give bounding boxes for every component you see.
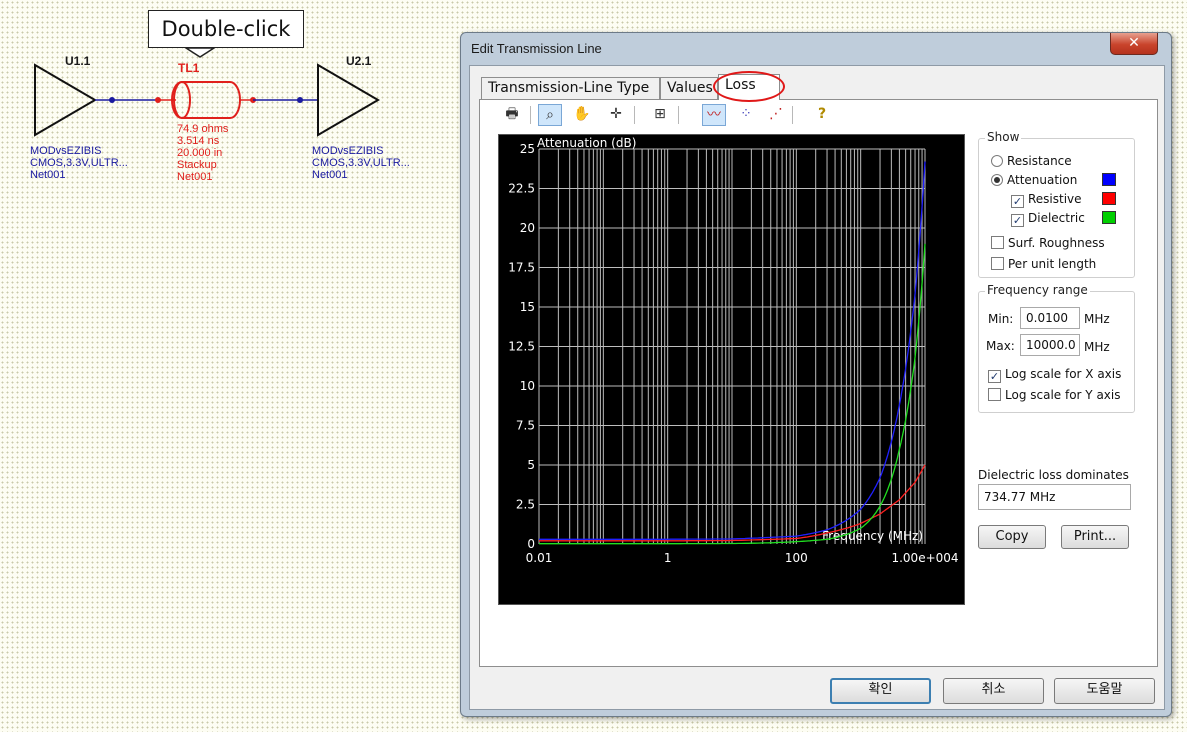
fit-view-icon[interactable]: ⊞ — [648, 104, 672, 126]
u2-label-3: Net001 — [312, 169, 348, 181]
resistive-label: Resistive — [1028, 192, 1082, 206]
toolbar-separator — [792, 106, 793, 124]
y-tick-label: 5 — [527, 458, 535, 472]
toolbar-separator — [530, 106, 531, 124]
min-label: Min: — [988, 312, 1014, 326]
y-tick-label: 22.5 — [508, 182, 535, 196]
tab-values[interactable]: Values — [660, 77, 718, 99]
tl1-delay: 3.514 ns — [177, 135, 220, 147]
cancel-button[interactable]: 취소 — [943, 678, 1044, 704]
loss-tab-highlight-circle — [713, 71, 785, 102]
resistance-radio[interactable]: Resistance — [991, 154, 1072, 168]
y-tick-label: 12.5 — [508, 340, 535, 354]
pan-hand-icon[interactable]: ✋ — [570, 104, 594, 126]
attenuation-radio[interactable]: Attenuation — [991, 173, 1077, 187]
max-label: Max: — [986, 339, 1015, 353]
x-tick-label: 0.01 — [526, 551, 553, 565]
dielectric-dominates-label: Dielectric loss dominates — [978, 468, 1129, 482]
tl1-net: Net001 — [177, 171, 213, 183]
tab-transmission-line-type[interactable]: Transmission-Line Type — [481, 77, 660, 99]
log-x-checkbox[interactable]: ✓ Log scale for X axis — [988, 367, 1121, 383]
transmission-line-tl1-symbol[interactable] — [158, 81, 253, 119]
printer-icon[interactable]: 🖶 — [500, 104, 524, 126]
attenuation-chart: 0 2.5 5 7.5 10 12.5 15 17.5 20 22.5 25 0.01 1 100 1.00… — [498, 134, 965, 605]
toolbar-separator — [634, 106, 635, 124]
dielectric-color-swatch[interactable] — [1102, 211, 1116, 224]
log-y-checkbox[interactable]: Log scale for Y axis — [988, 388, 1120, 402]
per-unit-length-label: Per unit length — [1008, 257, 1097, 271]
driver-u1-symbol[interactable] — [34, 63, 97, 137]
line-plot-icon[interactable]: 〰 — [702, 104, 726, 126]
resistive-checkbox[interactable]: ✓ Resistive — [1011, 192, 1082, 208]
u2-label-2: CMOS,3.3V,ULTR... — [312, 157, 410, 169]
x-tick-label: 1.00e+004 — [891, 551, 958, 565]
zoom-icon[interactable]: ⌕ — [538, 104, 562, 126]
log-x-label: Log scale for X axis — [1005, 367, 1122, 381]
y-axis-label: Attenuation (dB) — [537, 136, 636, 150]
u1-refdes: U1.1 — [65, 54, 91, 68]
dashed-plot-icon[interactable]: ⋰ — [764, 104, 788, 126]
dialog-client-area: Transmission-Line Type Values Loss 🖶 ⌕ ✋… — [469, 65, 1165, 710]
loss-tab-panel: 🖶 ⌕ ✋ ✛ ⊞ 〰 ⁘ ⋰ ? 0 2.5 5 7.5 10 12.5 15 17.5 20… — [479, 99, 1158, 667]
y-tick-label: 2.5 — [516, 498, 535, 512]
resistive-color-swatch[interactable] — [1102, 192, 1116, 205]
attenuation-label: Attenuation — [1007, 173, 1078, 187]
x-tick-label: 100 — [785, 551, 808, 565]
tl1-length: 20.000 in — [177, 147, 223, 159]
dielectric-label: Dielectric — [1028, 211, 1085, 225]
max-frequency-field[interactable]: 10000.0 — [1020, 334, 1080, 356]
y-tick-label: 10 — [520, 379, 535, 393]
edit-transmission-line-dialog: Edit Transmission Line ✕ Transmission-Li… — [460, 32, 1172, 717]
scatter-plot-icon[interactable]: ⁘ — [734, 104, 758, 126]
toolbar-separator — [678, 106, 679, 124]
log-y-label: Log scale for Y axis — [1005, 388, 1121, 402]
y-tick-label: 25 — [520, 142, 535, 156]
tl1-stackup: Stackup — [177, 159, 217, 171]
close-button[interactable]: ✕ — [1110, 33, 1158, 55]
u1-label-3: Net001 — [30, 169, 66, 181]
min-unit-label: MHz — [1084, 312, 1110, 326]
y-tick-label: 7.5 — [516, 419, 535, 433]
y-tick-label: 17.5 — [508, 261, 535, 275]
y-tick-label: 20 — [520, 221, 535, 235]
double-click-callout: Double-click — [148, 10, 304, 48]
u2-label-1: MODvsEZIBIS — [312, 145, 384, 157]
print-button[interactable]: Print... — [1061, 525, 1129, 549]
dielectric-dominates-value: 734.77 MHz — [978, 484, 1131, 510]
max-unit-label: MHz — [1084, 340, 1110, 354]
frequency-range-title: Frequency range — [985, 283, 1090, 297]
help-button[interactable]: 도움말 — [1054, 678, 1155, 704]
u1-label-2: CMOS,3.3V,ULTR... — [30, 157, 128, 169]
receiver-u2-symbol[interactable] — [317, 63, 380, 137]
attenuation-color-swatch[interactable] — [1102, 173, 1116, 186]
dialog-title: Edit Transmission Line — [471, 41, 602, 56]
surf-roughness-label: Surf. Roughness — [1008, 236, 1105, 250]
help-icon[interactable]: ? — [810, 104, 834, 126]
u1-label-1: MODvsEZIBIS — [30, 145, 102, 157]
resistance-label: Resistance — [1007, 154, 1072, 168]
show-group-title: Show — [985, 130, 1022, 144]
u2-refdes: U2.1 — [346, 54, 372, 68]
ok-button[interactable]: 확인 — [830, 678, 931, 704]
chart-svg: 0 2.5 5 7.5 10 12.5 15 17.5 20 22.5 25 0.01 1 100 1.00… — [508, 136, 958, 565]
copy-button[interactable]: Copy — [978, 525, 1046, 549]
tl1-impedance: 74.9 ohms — [177, 123, 229, 135]
y-tick-label: 15 — [520, 300, 535, 314]
surf-roughness-checkbox[interactable]: Surf. Roughness — [991, 236, 1105, 250]
crosshair-icon[interactable]: ✛ — [604, 104, 628, 126]
y-tick-label: 0 — [527, 537, 535, 551]
dielectric-checkbox[interactable]: ✓ Dielectric — [1011, 211, 1085, 227]
min-frequency-field[interactable]: 0.0100 — [1020, 307, 1080, 329]
x-tick-label: 1 — [664, 551, 672, 565]
per-unit-length-checkbox[interactable]: Per unit length — [991, 257, 1096, 271]
tl1-refdes: TL1 — [178, 61, 200, 75]
